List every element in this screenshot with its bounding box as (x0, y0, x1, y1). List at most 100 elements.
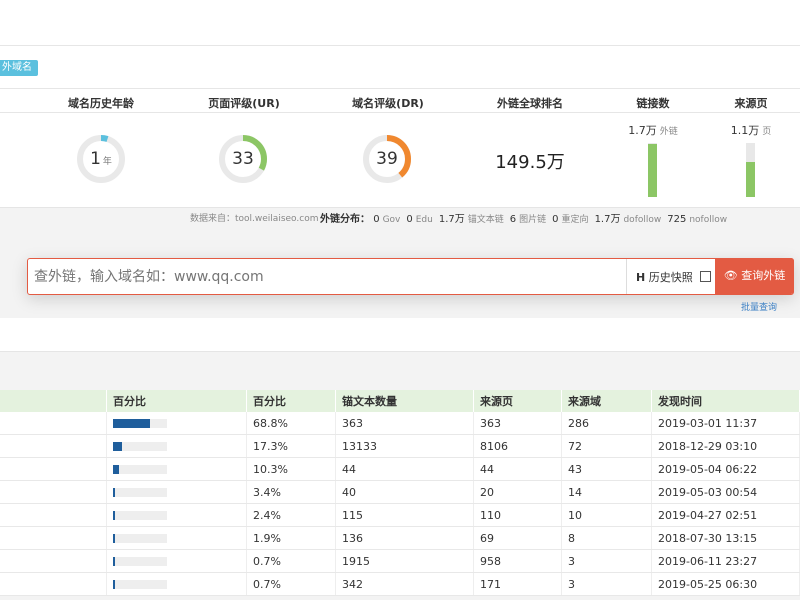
found-time-cell: 2019-05-04 06:22 (651, 457, 800, 481)
history-checkbox[interactable] (700, 271, 712, 282)
anchor-count-cell: 1915 (335, 549, 474, 573)
table-row[interactable]: 0.7% 1915 958 3 2019-06-11 23:27 (0, 549, 800, 573)
found-time-cell: 2018-07-30 13:15 (651, 526, 800, 550)
percent-bar-cell (106, 457, 247, 481)
distribution-label: 外链分布： (320, 214, 370, 225)
col-header[interactable]: 来源域 (561, 390, 652, 412)
anchor-count-cell: 136 (335, 526, 474, 550)
divider (0, 45, 800, 46)
percent-cell: 10.3% (246, 457, 336, 481)
history-icon: H (636, 271, 646, 284)
source-pages-label: 来源页 (734, 97, 768, 110)
table-row[interactable]: 17.3% 13133 8106 72 2018-12-29 03:10 (0, 434, 800, 458)
anchor-count-cell: 363 (335, 412, 474, 435)
anchor-count-cell: 44 (335, 457, 474, 481)
source-pages-cell: 44 (473, 457, 562, 481)
links-value: 1.7万 外链 (628, 124, 678, 137)
col-header[interactable]: 来源页 (473, 390, 562, 412)
domain-cell[interactable] (0, 503, 107, 527)
found-time-cell: 2019-05-03 00:54 (651, 480, 800, 504)
links-bar (648, 143, 657, 197)
percent-bar-fill (113, 465, 119, 474)
percent-bar-fill (113, 419, 151, 428)
batch-query-link[interactable]: 批量查询 (741, 300, 777, 313)
divider (0, 112, 800, 113)
eye-icon: 👁 (723, 269, 738, 282)
col-header[interactable]: 发现时间 (651, 390, 800, 412)
table-row[interactable]: 0.7% 342 171 3 2019-05-25 06:30 (0, 572, 800, 596)
source-domains-cell: 3 (561, 572, 652, 596)
percent-bar-fill (113, 557, 115, 566)
domain-cell[interactable] (0, 412, 107, 435)
domain-cell[interactable] (0, 526, 107, 550)
percent-bar (113, 557, 167, 566)
divider (626, 259, 627, 294)
search-input[interactable] (32, 261, 626, 293)
link-distribution: 外链分布： 0 Gov 0 Edu 1.7万 锚文本链 6 图片链 0 重定向 1.7万 dofoll… (320, 210, 733, 225)
source-pages-cell: 69 (473, 526, 562, 550)
global-rank-value: 149.5万 (495, 152, 565, 173)
col-header[interactable]: 百分比 (246, 390, 336, 412)
table-row[interactable]: 1.9% 136 69 8 2018-07-30 13:15 (0, 526, 800, 550)
percent-bar (113, 534, 167, 543)
percent-bar (113, 488, 167, 497)
source-pages-cell: 363 (473, 412, 562, 435)
source-domains-cell: 3 (561, 549, 652, 573)
source-pages-value: 1.1万页 (730, 124, 772, 137)
summary-panel: 外域名 域名历史年龄 页面评级(UR) 域名评级(DR) 外链全球排名 链接数 … (0, 0, 800, 208)
ur-label: 页面评级(UR) (208, 97, 280, 110)
table-row[interactable]: 10.3% 44 44 43 2019-05-04 06:22 (0, 457, 800, 481)
percent-bar-fill (113, 511, 115, 520)
distribution-unit: 图片链 (519, 215, 547, 225)
distribution-value: 6 (509, 214, 517, 225)
source-pages-cell: 171 (473, 572, 562, 596)
found-time-cell: 2019-03-01 11:37 (651, 412, 800, 435)
domain-badge[interactable]: 外域名 (0, 60, 38, 76)
source-domains-cell: 14 (561, 480, 652, 504)
domain-cell[interactable] (0, 572, 107, 596)
percent-cell: 68.8% (246, 412, 336, 435)
percent-bar-fill (113, 534, 115, 543)
source-domains-cell: 286 (561, 412, 652, 435)
source-domains-cell: 8 (561, 526, 652, 550)
domain-cell[interactable] (0, 457, 107, 481)
dr-donut: 39 (362, 134, 412, 184)
distribution-value: 0 (406, 214, 413, 225)
anchor-count-cell: 40 (335, 480, 474, 504)
table-row[interactable]: 2.4% 115 110 10 2019-04-27 02:51 (0, 503, 800, 527)
domain-age-donut: 1年 (76, 134, 126, 184)
col-header[interactable]: 锚文本数量 (335, 390, 474, 412)
links-unit: 外链 (659, 127, 678, 137)
distribution-value: 1.7万 (594, 214, 621, 225)
source-pages-bar (746, 143, 755, 197)
col-header[interactable]: 百分比 (106, 390, 247, 412)
percent-bar-cell (106, 412, 247, 435)
dr-label: 域名评级(DR) (352, 97, 424, 110)
percent-bar-cell (106, 503, 247, 527)
found-time-cell: 2019-06-11 23:27 (651, 549, 800, 573)
percent-bar (113, 580, 167, 589)
table-row[interactable]: 3.4% 40 20 14 2019-05-03 00:54 (0, 480, 800, 504)
percent-bar-cell (106, 526, 247, 550)
domain-cell[interactable] (0, 480, 107, 504)
domain-cell[interactable] (0, 434, 107, 458)
percent-bar-fill (113, 442, 123, 451)
found-time-cell: 2019-04-27 02:51 (651, 503, 800, 527)
divider (0, 88, 800, 89)
table-row[interactable]: 68.8% 363 363 286 2019-03-01 11:37 (0, 412, 800, 435)
links-label: 链接数 (636, 97, 670, 110)
col-header[interactable] (0, 390, 107, 412)
ur-donut: 33 (218, 134, 268, 184)
source-pages-cell: 8106 (473, 434, 562, 458)
global-rank-label: 外链全球排名 (497, 97, 563, 110)
query-links-button[interactable]: 👁 查询外链 (715, 258, 794, 294)
percent-cell: 0.7% (246, 572, 336, 596)
source-pages-cell: 20 (473, 480, 562, 504)
percent-bar-fill (113, 580, 115, 589)
history-snapshot-toggle[interactable]: H 历史快照 (636, 269, 712, 285)
domain-age-label: 域名历史年龄 (68, 97, 134, 110)
anchor-count-cell: 115 (335, 503, 474, 527)
percent-bar-cell (106, 480, 247, 504)
percent-cell: 2.4% (246, 503, 336, 527)
domain-cell[interactable] (0, 549, 107, 573)
